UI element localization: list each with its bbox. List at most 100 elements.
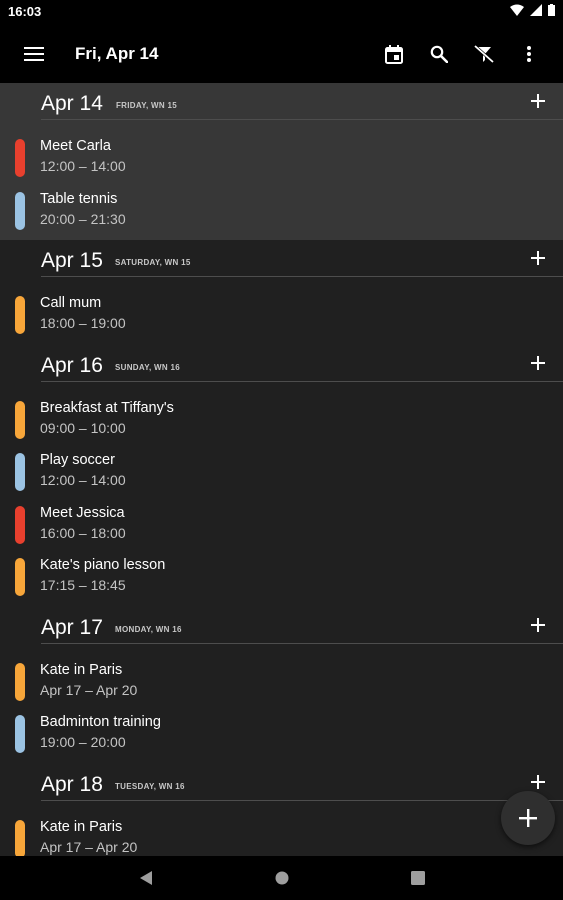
home-button[interactable]: [262, 858, 302, 898]
day-group: Apr 16 SUNDAY, WN 16 Breakfast at Tiffany'…: [0, 345, 563, 607]
add-event-for-day-button[interactable]: [527, 90, 549, 112]
event-time: 19:00 – 20:00: [40, 734, 126, 750]
event-title: Badminton training: [40, 714, 161, 730]
day-header: Apr 16 SUNDAY, WN 16: [0, 345, 563, 397]
home-icon: [275, 871, 288, 885]
day-divider: [41, 799, 563, 801]
day-weekday-week: FRIDAY, WN 15: [116, 101, 177, 110]
plus-icon: [531, 251, 545, 265]
event-item[interactable]: Play soccer 12:00 – 14:00: [0, 449, 563, 502]
signal-icon: [530, 4, 542, 16]
event-time: Apr 17 – Apr 20: [40, 838, 138, 855]
calendar-icon: [384, 44, 403, 64]
add-event-for-day-button[interactable]: [527, 352, 549, 374]
event-time: 20:00 – 21:30: [40, 210, 126, 227]
wifi-icon: [510, 4, 524, 16]
calendar-color-indicator: [15, 819, 25, 856]
event-item[interactable]: Meet Jessica 16:00 – 18:00: [0, 502, 563, 555]
event-item[interactable]: Kate in Paris Apr 17 – Apr 20: [0, 816, 563, 856]
day-divider: [41, 380, 563, 382]
back-icon: [139, 871, 152, 885]
event-title: Meet Jessica: [40, 504, 125, 521]
calendar-color-indicator: [15, 715, 25, 753]
add-event-for-day-button[interactable]: [527, 247, 549, 269]
day-header: Apr 15 SATURDAY, WN 15: [0, 240, 563, 292]
add-event-fab[interactable]: [501, 791, 555, 845]
view-filter-button[interactable]: [461, 38, 506, 70]
agenda-list[interactable]: Apr 14 FRIDAY, WN 15 Meet Carla 12:00 – 14:…: [0, 83, 563, 856]
search-button[interactable]: [416, 38, 461, 70]
calendar-color-indicator: [15, 662, 25, 701]
day-group: Apr 14 FRIDAY, WN 15 Meet Carla 12:00 – 14:…: [0, 83, 563, 240]
event-time: 17:15 – 18:45: [40, 577, 126, 593]
menu-button[interactable]: [18, 38, 50, 70]
event-title: Kate in Paris: [40, 661, 123, 678]
event-time: 16:00 – 18:00: [40, 524, 126, 541]
calendar-color-indicator: [15, 505, 25, 544]
event-title: Table tennis: [40, 190, 118, 207]
back-button[interactable]: [126, 858, 166, 898]
event-title: Kate's piano lesson: [40, 557, 166, 573]
event-title: Breakfast at Tiffany's: [40, 399, 174, 416]
day-date: Apr 16: [41, 353, 103, 377]
event-title: Meet Carla: [40, 138, 111, 154]
day-date: Apr 15: [41, 249, 103, 272]
status-icons: [510, 4, 555, 16]
calendar-color-indicator: [15, 191, 25, 230]
event-item[interactable]: Breakfast at Tiffany's 09:00 – 10:00: [0, 397, 563, 450]
day-header: Apr 14 FRIDAY, WN 15: [0, 83, 563, 135]
day-weekday-week: TUESDAY, WN 16: [115, 781, 185, 791]
event-time: 18:00 – 19:00: [40, 315, 126, 331]
recents-icon: [410, 871, 425, 885]
system-nav-bar: [0, 856, 563, 900]
event-time: 09:00 – 10:00: [40, 419, 126, 436]
event-title: Play soccer: [40, 452, 115, 468]
event-time: 12:00 – 14:00: [40, 158, 126, 174]
event-title: Kate in Paris: [40, 818, 123, 835]
battery-icon: [548, 4, 555, 16]
day-group: Apr 18 TUESDAY, WN 16 Kate in Paris Apr 17 …: [0, 764, 563, 856]
event-title: Call mum: [40, 295, 102, 311]
calendar-color-indicator: [15, 558, 25, 596]
day-group: Apr 15 SATURDAY, WN 15 Call mum 18:00 – 19:…: [0, 240, 563, 345]
event-item[interactable]: Table tennis 20:00 – 21:30: [0, 188, 563, 241]
event-item[interactable]: Kate's piano lesson 17:15 – 18:45: [0, 554, 563, 607]
day-weekday-week: SUNDAY, WN 16: [115, 362, 180, 372]
more-vertical-icon: [526, 46, 531, 62]
overflow-menu-button[interactable]: [506, 38, 551, 70]
day-weekday-week: SATURDAY, WN 15: [115, 258, 191, 267]
plus-icon: [531, 355, 545, 370]
day-divider: [41, 276, 563, 277]
day-header: Apr 18 TUESDAY, WN 16: [0, 764, 563, 816]
day-date: Apr 18: [41, 772, 103, 796]
event-item[interactable]: Badminton training 19:00 – 20:00: [0, 711, 563, 764]
calendar-color-indicator: [15, 453, 25, 491]
app-title: Fri, Apr 14: [75, 44, 159, 63]
day-date: Apr 17: [41, 615, 103, 639]
day-divider: [41, 119, 563, 120]
event-time: Apr 17 – Apr 20: [40, 681, 138, 698]
day-divider: [41, 642, 563, 644]
calendar-color-indicator: [15, 400, 25, 439]
day-date: Apr 14: [41, 92, 103, 115]
day-weekday-week: MONDAY, WN 16: [115, 624, 182, 634]
plus-icon: [531, 94, 545, 108]
day-header: Apr 17 MONDAY, WN 16: [0, 607, 563, 659]
go-to-today-button[interactable]: [371, 38, 416, 70]
calendar-color-indicator: [15, 296, 25, 334]
day-group: Apr 17 MONDAY, WN 16 Kate in Paris Apr 17 –…: [0, 607, 563, 764]
plus-icon: [519, 809, 537, 827]
add-event-for-day-button[interactable]: [527, 771, 549, 793]
status-bar: 16:03: [0, 0, 563, 24]
event-item[interactable]: Kate in Paris Apr 17 – Apr 20: [0, 659, 563, 712]
plus-icon: [531, 774, 545, 789]
toolbar-actions: [371, 38, 551, 70]
add-event-for-day-button[interactable]: [527, 614, 549, 636]
event-item[interactable]: Meet Carla 12:00 – 14:00: [0, 135, 563, 188]
event-item[interactable]: Call mum 18:00 – 19:00: [0, 292, 563, 345]
search-icon: [430, 45, 448, 63]
event-time: 12:00 – 14:00: [40, 472, 126, 488]
status-time: 16:03: [8, 4, 42, 19]
calendar-color-indicator: [15, 139, 25, 177]
recents-button[interactable]: [398, 858, 438, 898]
